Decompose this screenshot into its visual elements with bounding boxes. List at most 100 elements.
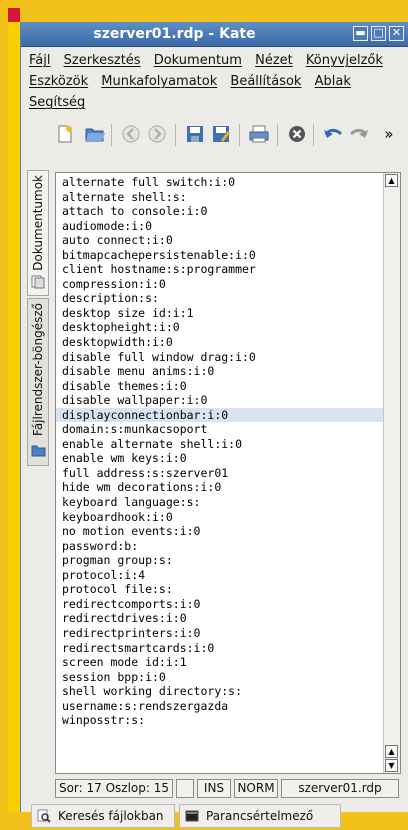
menu-row-2: Eszközök Munkafolyamatok Beállítások Abl… bbox=[29, 71, 399, 92]
editor-line[interactable]: disable themes:i:0 bbox=[56, 379, 383, 394]
back-button[interactable] bbox=[119, 122, 143, 146]
editor-line[interactable]: shell working directory:s: bbox=[56, 684, 383, 699]
editor-line[interactable]: protocol:i:4 bbox=[56, 568, 383, 583]
menu-sessions[interactable]: Munkafolyamatok bbox=[101, 74, 217, 89]
new-document-icon bbox=[58, 125, 72, 143]
editor-line[interactable]: protocol file:s: bbox=[56, 582, 383, 597]
title-bar[interactable]: szerver01.rdp - Kate ▬ □ ✕ bbox=[21, 22, 408, 47]
insert-mode[interactable]: INS bbox=[197, 779, 231, 798]
toolbar-overflow-button[interactable]: » bbox=[377, 122, 401, 146]
editor-line[interactable]: keyboardhook:i:0 bbox=[56, 510, 383, 525]
redo-button[interactable] bbox=[347, 122, 371, 146]
maximize-button[interactable]: □ bbox=[371, 26, 386, 41]
editor-line[interactable]: no motion events:i:0 bbox=[56, 524, 383, 539]
editor-line[interactable]: enable wm keys:i:0 bbox=[56, 451, 383, 466]
editor-line[interactable]: redirectprinters:i:0 bbox=[56, 626, 383, 641]
tab-documents[interactable]: Dokumentumok bbox=[27, 170, 49, 296]
editor-line[interactable]: displayconnectionbar:i:0 bbox=[56, 407, 383, 423]
editor-line[interactable]: alternate shell:s: bbox=[56, 190, 383, 205]
maximize-icon: □ bbox=[373, 26, 384, 39]
menu-document[interactable]: Dokumentum bbox=[154, 53, 242, 68]
undo-icon bbox=[324, 128, 343, 138]
editor-line[interactable]: desktopwidth:i:0 bbox=[56, 335, 383, 350]
side-panel-tabs: Dokumentumok Fájlrendszer-böngésző bbox=[27, 170, 49, 470]
close-document-icon bbox=[289, 126, 305, 142]
editor-line[interactable]: disable full window drag:i:0 bbox=[56, 350, 383, 365]
editor-line[interactable]: redirectsmartcards:i:0 bbox=[56, 641, 383, 656]
close-icon: ✕ bbox=[391, 26, 402, 39]
editor-line[interactable]: full address:s:szerver01 bbox=[56, 466, 383, 481]
selection-mode[interactable]: NORM bbox=[234, 779, 278, 798]
menu-window[interactable]: Ablak bbox=[315, 74, 351, 89]
minimize-icon: ▬ bbox=[355, 26, 366, 39]
close-button[interactable]: ✕ bbox=[389, 26, 404, 41]
window-title: szerver01.rdp - Kate bbox=[93, 26, 256, 42]
kate-window: szerver01.rdp - Kate ▬ □ ✕ Fájl Szerkesz… bbox=[20, 22, 408, 828]
editor-line[interactable]: redirectdrives:i:0 bbox=[56, 611, 383, 626]
menu-settings[interactable]: Beállítások bbox=[230, 74, 301, 89]
forward-icon bbox=[148, 125, 166, 143]
main-toolbar: » bbox=[27, 118, 405, 152]
editor-line[interactable]: auto connect:i:0 bbox=[56, 233, 383, 248]
editor-line[interactable]: session bpp:i:0 bbox=[56, 670, 383, 685]
vertical-scrollbar[interactable]: ▲ ▲ ▼ bbox=[383, 173, 400, 773]
close-document-button[interactable] bbox=[285, 122, 309, 146]
editor-line[interactable]: username:s:rendszergazda bbox=[56, 699, 383, 714]
editor-line[interactable]: desktop size id:i:1 bbox=[56, 306, 383, 321]
save-as-button[interactable] bbox=[209, 122, 233, 146]
editor-line[interactable]: audiomode:i:0 bbox=[56, 219, 383, 234]
editor-line[interactable]: disable wallpaper:i:0 bbox=[56, 393, 383, 408]
back-icon bbox=[122, 125, 140, 143]
menu-tools[interactable]: Eszközök bbox=[29, 74, 88, 89]
find-in-files-button[interactable]: Keresés fájlokban bbox=[31, 804, 175, 828]
editor-line[interactable]: alternate full switch:i:0 bbox=[56, 175, 383, 190]
editor-line[interactable]: password:b: bbox=[56, 539, 383, 554]
search-icon bbox=[37, 809, 51, 823]
editor-line[interactable]: attach to console:i:0 bbox=[56, 204, 383, 219]
editor-line[interactable]: disable menu anims:i:0 bbox=[56, 364, 383, 379]
editor-line[interactable]: desktopheight:i:0 bbox=[56, 320, 383, 335]
menu-view[interactable]: Nézet bbox=[255, 53, 293, 68]
scroll-down-arrow-icon[interactable]: ▼ bbox=[385, 759, 398, 772]
status-bar: Sor: 17 Oszlop: 15 INS NORM szerver01.rd… bbox=[55, 778, 401, 800]
folder-icon bbox=[31, 445, 46, 457]
text-editor[interactable]: alternate full switch:i:0 alternate shell… bbox=[55, 172, 401, 774]
minimize-button[interactable]: ▬ bbox=[353, 26, 368, 41]
menu-edit[interactable]: Szerkesztés bbox=[64, 53, 141, 68]
print-button[interactable] bbox=[247, 122, 271, 146]
menu-bookmarks[interactable]: Könyvjelzők bbox=[306, 53, 383, 68]
desktop-panel-strip bbox=[8, 22, 20, 812]
editor-line[interactable]: screen mode id:i:1 bbox=[56, 655, 383, 670]
scroll-up-arrow-icon[interactable]: ▲ bbox=[385, 174, 398, 187]
editor-line[interactable]: client hostname:s:programmer bbox=[56, 262, 383, 277]
scroll-up-arrow-icon[interactable]: ▲ bbox=[385, 745, 398, 758]
editor-line[interactable]: winposstr:s: bbox=[56, 713, 383, 728]
documents-icon bbox=[31, 275, 45, 289]
save-button[interactable] bbox=[183, 122, 207, 146]
modified-indicator bbox=[176, 779, 194, 798]
menu-row-3: Segítség bbox=[29, 92, 399, 113]
editor-line[interactable]: hide wm decorations:i:0 bbox=[56, 480, 383, 495]
new-document-button[interactable] bbox=[53, 122, 77, 146]
menu-row-1: Fájl Szerkesztés Dokumentum Nézet Könyvj… bbox=[29, 50, 399, 71]
open-button[interactable] bbox=[83, 122, 107, 146]
menu-bar: Fájl Szerkesztés Dokumentum Nézet Könyvj… bbox=[29, 50, 399, 113]
editor-line[interactable]: domain:s:munkacsoport bbox=[56, 422, 383, 437]
open-folder-icon bbox=[85, 128, 105, 142]
tab-filesystem-browser[interactable]: Fájlrendszer-böngésző bbox=[27, 298, 49, 466]
undo-button[interactable] bbox=[321, 122, 345, 146]
bottom-tool-tabs: Keresés fájlokban Parancsértelmező bbox=[29, 804, 408, 830]
editor-line[interactable]: enable alternate shell:i:0 bbox=[56, 437, 383, 452]
editor-line[interactable]: progman group:s: bbox=[56, 553, 383, 568]
editor-lines: alternate full switch:i:0 alternate shell… bbox=[56, 173, 383, 728]
terminal-button[interactable]: Parancsértelmező bbox=[179, 804, 341, 828]
menu-file[interactable]: Fájl bbox=[29, 53, 50, 68]
cursor-position: Sor: 17 Oszlop: 15 bbox=[55, 779, 173, 798]
editor-line[interactable]: keyboard language:s: bbox=[56, 495, 383, 510]
editor-line[interactable]: redirectcomports:i:0 bbox=[56, 597, 383, 612]
editor-line[interactable]: compression:i:0 bbox=[56, 277, 383, 292]
menu-help[interactable]: Segítség bbox=[29, 95, 85, 110]
editor-line[interactable]: bitmapcachepersistenable:i:0 bbox=[56, 248, 383, 263]
editor-line[interactable]: description:s: bbox=[56, 291, 383, 306]
forward-button[interactable] bbox=[145, 122, 169, 146]
